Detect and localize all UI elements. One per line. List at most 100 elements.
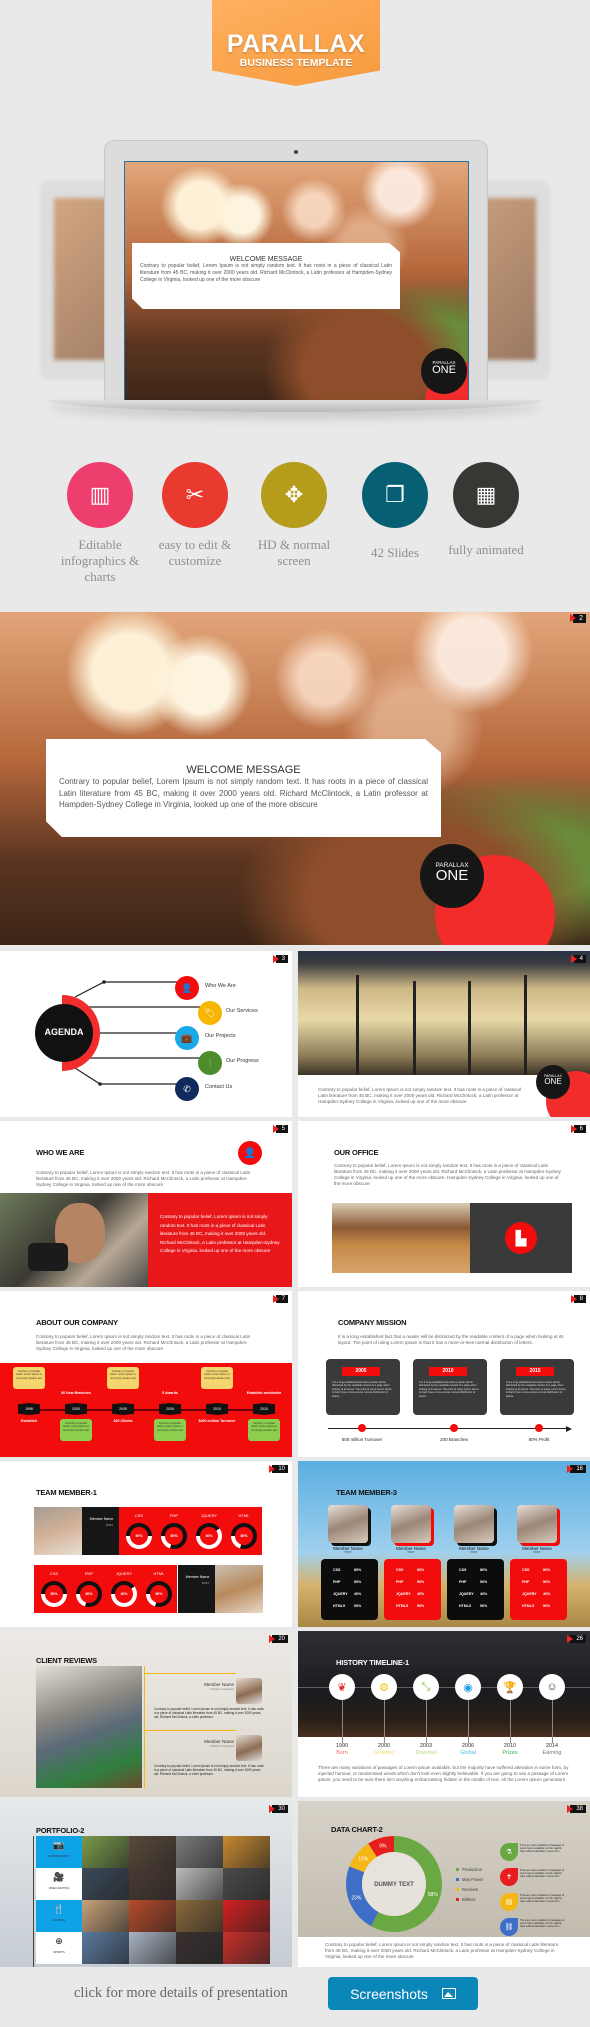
legend-swatch xyxy=(456,1868,459,1871)
review-connector xyxy=(144,1730,236,1731)
skill-label: CSS xyxy=(333,1568,341,1572)
review-text: Contrary to popular belief, Lorem Ipsum … xyxy=(154,1707,264,1719)
member-skills-box: CSS 80% PHP 50% JQUERY 40% HTML5 90% xyxy=(384,1559,441,1620)
member-post: POST xyxy=(533,1551,541,1554)
milestone-year: 2000 xyxy=(65,1403,87,1415)
slide-history-timeline[interactable]: 26 HISTORY TIMELINE-1 ❦ 1990 Born ⚙ 2000 Grow… xyxy=(298,1631,590,1797)
milestone-label: 300 Clients xyxy=(113,1419,133,1423)
skill-ring: 40% xyxy=(111,1581,137,1607)
slide-about-company[interactable]: 7 ABOUT OUR COMPANY Contrary to popular … xyxy=(0,1291,292,1457)
portfolio-thumbnail[interactable] xyxy=(82,1900,129,1932)
skill-label: PHP xyxy=(396,1580,404,1584)
donut-center-label: DUMMY TEXT xyxy=(374,1882,414,1888)
slide-our-office[interactable]: 6 OUR OFFICE Contrary to popular belief,… xyxy=(298,1121,590,1287)
side-note-text: There are many variations of passages of… xyxy=(520,1869,564,1878)
perforated-edge xyxy=(0,609,590,615)
skill-value: 80% xyxy=(354,1568,362,1572)
portfolio-thumbnail[interactable] xyxy=(129,1932,176,1964)
skill-label: PHP xyxy=(84,1571,94,1576)
brand-title: PARALLAX xyxy=(226,30,366,58)
milestone-label: 50 New Branches xyxy=(61,1391,91,1395)
timeline-icon: 🏆 xyxy=(497,1674,523,1700)
milestone-label: Establish xyxy=(21,1419,37,1423)
slide-team-member-1[interactable]: 10 TEAM MEMBER-1 Member Name POST CSS 50% PH… xyxy=(0,1461,292,1627)
mission-card: 2010 It is a long established fact that a… xyxy=(413,1359,487,1415)
legend-swatch xyxy=(456,1878,459,1881)
screenshots-button-label: Screenshots xyxy=(350,1985,428,2002)
portfolio-thumbnail[interactable] xyxy=(176,1900,223,1932)
legend-label: Production xyxy=(462,1867,483,1872)
portfolio-thumbnail[interactable] xyxy=(129,1868,176,1900)
skill-label: CSS xyxy=(134,1513,144,1518)
mission-point-label: 200 Branches xyxy=(440,1437,468,1442)
portfolio-thumbnail[interactable] xyxy=(82,1932,129,1964)
member-skills-box: CSS 80% PHP 50% JQUERY 40% HTML5 90% xyxy=(447,1559,504,1620)
portfolio-thumbnail[interactable] xyxy=(176,1836,223,1868)
screenshots-button[interactable]: Screenshots xyxy=(328,1977,478,2010)
skill-value: 80% xyxy=(480,1568,488,1572)
milestone-note: Contrary to popular belief. Lorem Ipsum … xyxy=(201,1367,233,1389)
feature-fully-animated: ▦ fully animated xyxy=(436,462,536,558)
portfolio-thumbnail[interactable] xyxy=(223,1900,270,1932)
photographer-photo xyxy=(0,1193,148,1287)
portfolio-category[interactable]: 🍴 COOKING xyxy=(36,1900,82,1932)
timeline-label: Downfall xyxy=(415,1750,437,1756)
slide-client-reviews[interactable]: 20 CLIENT REVIEWS Member Name Position in… xyxy=(0,1631,292,1797)
slide-agenda[interactable]: 3 AGENDA 👤 Who We Are 🏷 Our Services 💼 O… xyxy=(0,951,292,1117)
portfolio-category[interactable]: 🎥 VIDEO EDITING xyxy=(36,1868,82,1900)
portfolio-thumbnail[interactable] xyxy=(176,1932,223,1964)
slide-lobby[interactable]: 4 Contrary to popular belief, Lorem Ipsu… xyxy=(298,951,590,1117)
camera-dot xyxy=(294,150,298,154)
skill-ring: 50% xyxy=(41,1581,67,1607)
laptop-mockup: WELCOME MESSAGE Contrary to popular beli… xyxy=(104,140,488,405)
slide-company-mission[interactable]: 8 COMPANY MISSION It is a long establish… xyxy=(298,1291,590,1457)
move-arrows-icon: ✥ xyxy=(261,462,327,528)
slide-data-chart[interactable]: 38 DATA CHART-2 58% 23% 10% 9% DUMMY TEXT Pr… xyxy=(298,1801,590,1967)
skill-value: 80% xyxy=(417,1568,425,1572)
portfolio-thumbnail[interactable] xyxy=(129,1900,176,1932)
laptop-base xyxy=(48,400,542,412)
milestone-year: 2010 xyxy=(206,1403,228,1415)
reviewer-position: Position in Company xyxy=(210,1688,234,1691)
portfolio-thumbnail[interactable] xyxy=(82,1868,129,1900)
slide-team-member-3[interactable]: 16 TEAM MEMBER-3 Member Name POST CSS 80% PH… xyxy=(298,1461,590,1627)
portfolio-thumbnail[interactable] xyxy=(129,1836,176,1868)
milestone-note: Contrary to popular belief. Lorem Ipsum … xyxy=(60,1419,92,1441)
skill-label: JQUERY xyxy=(396,1592,411,1596)
portfolio-thumbnail[interactable] xyxy=(82,1836,129,1868)
portfolio-thumbnail[interactable] xyxy=(223,1868,270,1900)
mission-card: 2015 It is a long established fact that a… xyxy=(500,1359,574,1415)
portfolio-thumbnail[interactable] xyxy=(223,1836,270,1868)
timeline-year: 2006 xyxy=(461,1743,475,1749)
portfolio-thumbnail[interactable] xyxy=(223,1932,270,1964)
side-note-icon: ✝ xyxy=(500,1868,518,1886)
milestone-year: 2008 xyxy=(159,1403,181,1415)
reviewer-photo xyxy=(236,1735,262,1761)
side-note-icon: ⛓ xyxy=(500,1918,518,1936)
skill-label: HTML5 xyxy=(459,1604,471,1608)
timeline-icon: ❦ xyxy=(329,1674,355,1700)
skills-panel: CSS 50% PHP 80% JQUERY 40% HTML 80% xyxy=(34,1565,177,1613)
reviewer-name: Member Name xyxy=(204,1739,234,1744)
slide-number: 20 xyxy=(269,1635,288,1643)
slide-portfolio[interactable]: 30 PORTFOLIO-2 📷 PHOTOGRAPHY 🎥 VIDEO EDITIN… xyxy=(0,1801,292,1967)
portfolio-category[interactable]: ⊕ SPORTS xyxy=(36,1932,82,1964)
timeline-year: 2003 xyxy=(419,1743,433,1749)
portfolio-thumbnail[interactable] xyxy=(176,1868,223,1900)
mission-point-dot xyxy=(450,1424,458,1432)
tools-icon: ✂ xyxy=(162,462,228,528)
legend-label: Reviews xyxy=(462,1887,478,1892)
feature-easy-to-edit: ✂ easy to edit & customize xyxy=(145,462,245,569)
welcome-heading: WELCOME MESSAGE xyxy=(229,256,303,263)
skill-label: CSS xyxy=(49,1571,59,1576)
portfolio-category[interactable]: 📷 PHOTOGRAPHY xyxy=(36,1836,82,1868)
briefcase-icon: 💼 xyxy=(175,1026,199,1050)
slide-who-we-are[interactable]: 5 WHO WE ARE 👤 Contrary to popular belie… xyxy=(0,1121,292,1287)
office-text: Contrary to popular belief, Lorem Ipsum … xyxy=(334,1163,561,1186)
slide-title: WHO WE ARE xyxy=(36,1148,85,1157)
chart-text: Contrary to popular belief, Lorem Ipsum … xyxy=(325,1942,559,1959)
slide-number: 8 xyxy=(570,1295,586,1303)
slide-number: 30 xyxy=(269,1805,288,1813)
agenda-title: AGENDA xyxy=(44,1027,84,1037)
donut-data-label: 9% xyxy=(379,1844,387,1850)
